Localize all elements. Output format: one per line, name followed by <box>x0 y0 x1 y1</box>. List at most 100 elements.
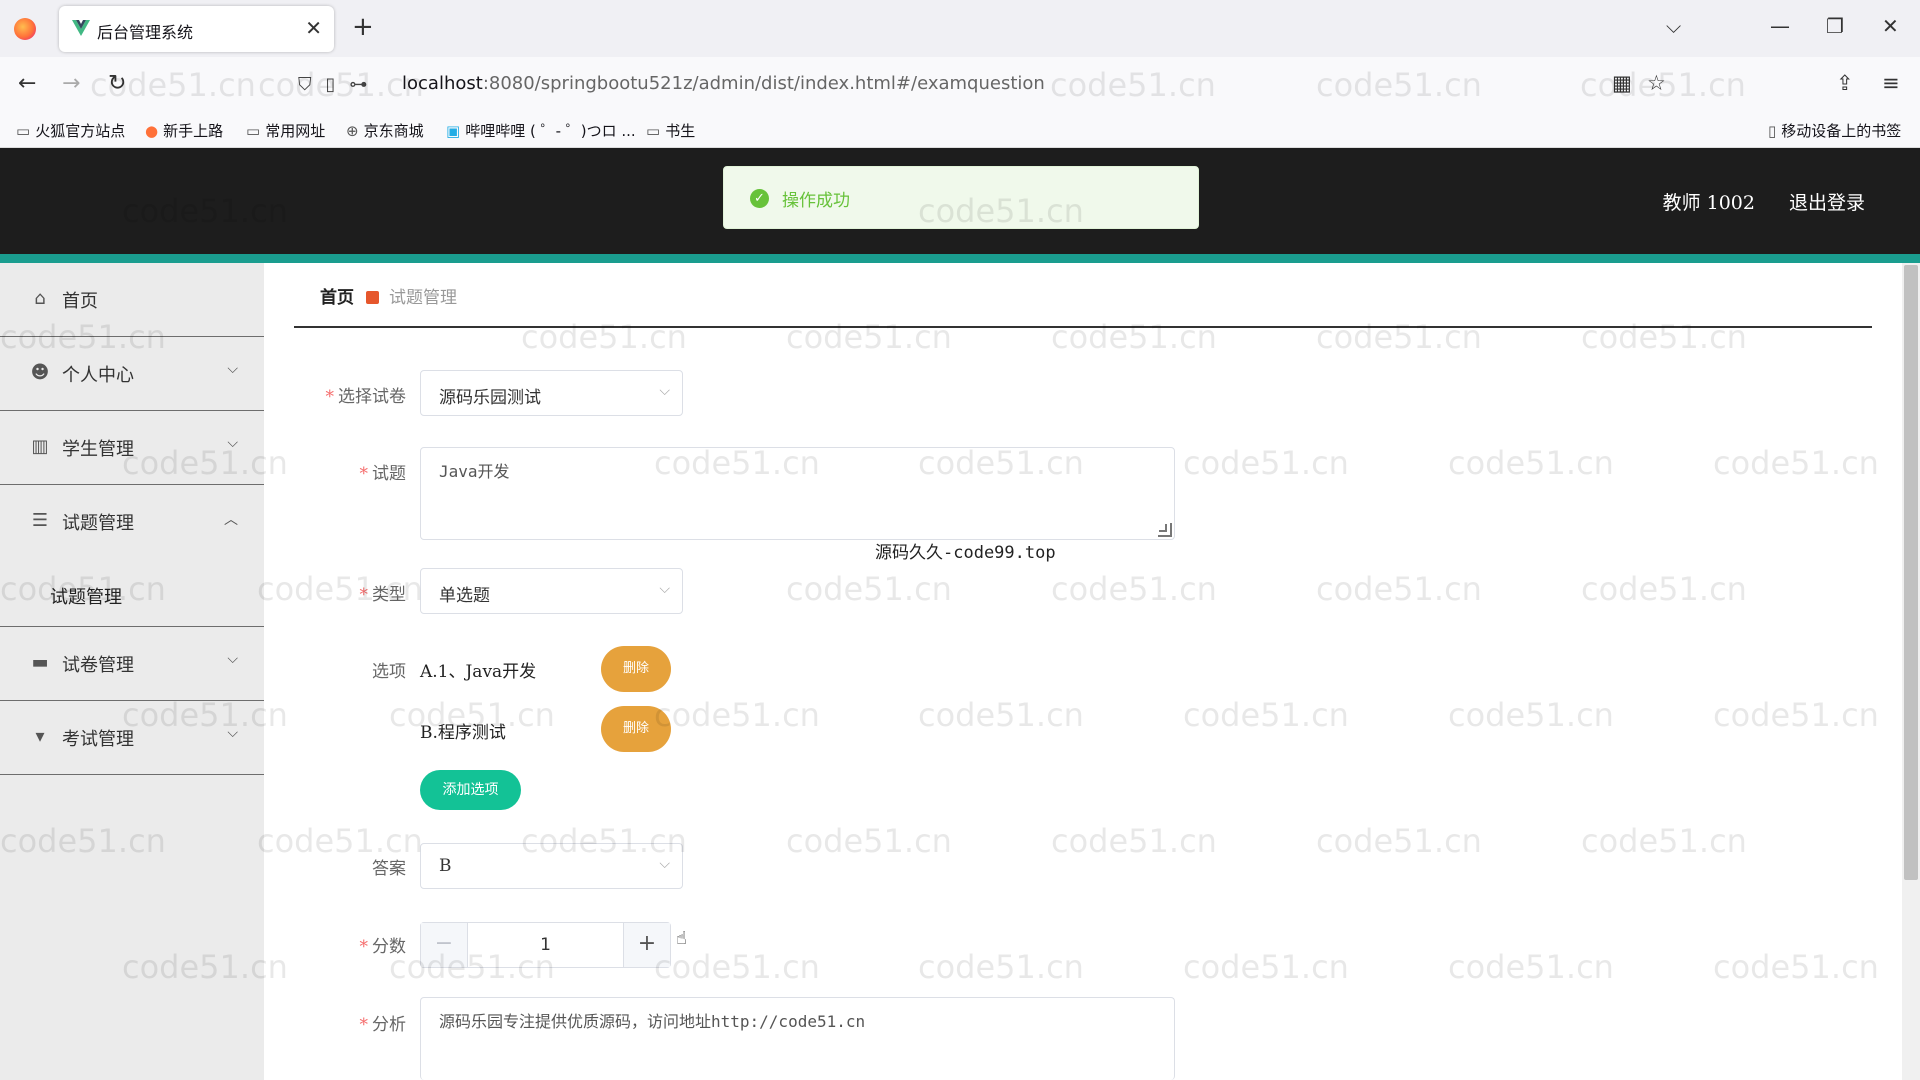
scrollbar[interactable] <box>1902 263 1920 1080</box>
sidebar-item-students[interactable]: ▥ 学生管理 ⌵ <box>0 411 264 485</box>
sidebar-item-label: 考试管理 <box>62 729 134 750</box>
browser-tab-bar: 后台管理系统 ✕ + ⌵ — ❐ ✕ <box>0 0 1920 57</box>
chevron-up-icon: ︿ <box>224 512 238 528</box>
type-select-value: 单选题 <box>439 586 490 606</box>
sidebar-item-questions[interactable]: ☰ 试题管理 ︿ <box>0 485 264 559</box>
qr-code-icon[interactable]: ▦ <box>1612 71 1632 95</box>
new-tab-button[interactable]: + <box>352 12 374 42</box>
sidebar-item-profile[interactable]: ☻ 个人中心 ⌵ <box>0 337 264 411</box>
chevron-down-icon: ⌵ <box>227 435 238 451</box>
bookmark-item[interactable]: ● 新手上路 <box>145 120 223 141</box>
check-circle-icon: ✓ <box>750 189 769 208</box>
sliders-icon: ☰ <box>31 510 49 531</box>
sidebar-subitem-questions[interactable]: 试题管理 <box>0 559 264 627</box>
question-text: Java开发 <box>439 462 510 481</box>
globe-icon: ⊕ <box>346 122 359 140</box>
type-label: * 类型 <box>359 585 407 605</box>
menu-icon[interactable]: ≡ <box>1882 71 1900 95</box>
back-icon[interactable]: ← <box>18 71 36 96</box>
sidebar: ⌂ 首页 ☻ 个人中心 ⌵ ▥ 学生管理 ⌵ ☰ 试题管理 ︿ 试题管理 ▬ 试… <box>0 263 264 1080</box>
score-stepper[interactable]: − 1 + <box>420 922 671 968</box>
sidebar-item-exams[interactable]: ▾ 考试管理 ⌵ <box>0 701 264 775</box>
bookmark-item[interactable]: ⊕ 京东商城 <box>346 120 424 141</box>
logout-button[interactable]: 退出登录 <box>1789 188 1865 215</box>
answer-select[interactable]: B ⌵ <box>420 843 683 889</box>
book-icon: ▥ <box>31 436 49 457</box>
monitor-icon: ▾ <box>35 726 45 747</box>
chevron-down-icon: ⌵ <box>659 581 670 597</box>
user-icon: ☻ <box>30 362 50 383</box>
answer-label: 答案 <box>372 859 406 879</box>
bilibili-icon: ▣ <box>446 122 461 140</box>
sidebar-item-papers[interactable]: ▬ 试卷管理 ⌵ <box>0 627 264 701</box>
question-textarea[interactable]: Java开发 <box>420 447 1175 540</box>
extensions-icon[interactable]: ⇪ <box>1836 71 1854 95</box>
phone-icon: ▯ <box>1768 122 1777 140</box>
sidebar-item-home[interactable]: ⌂ 首页 <box>0 263 264 337</box>
sidebar-subitem-label: 试题管理 <box>50 587 122 608</box>
increment-button[interactable]: + <box>623 923 670 967</box>
window-close-button[interactable]: ✕ <box>1882 14 1899 38</box>
forward-icon[interactable]: → <box>62 71 80 96</box>
chevron-down-icon: ⌵ <box>659 856 670 872</box>
breadcrumb-current: 试题管理 <box>389 288 457 308</box>
score-value[interactable]: 1 <box>469 935 622 955</box>
browser-nav-bar: ← → ↻ ⛉▯⊶ localhost:8080/springbootu521z… <box>0 57 1920 113</box>
score-label: * 分数 <box>359 937 407 957</box>
delete-option-button[interactable]: 删除 <box>601 646 671 692</box>
hand-cursor-icon: ☝ <box>676 928 687 949</box>
divider <box>294 326 1872 328</box>
browser-tab[interactable]: 后台管理系统 ✕ <box>59 6 334 52</box>
minimize-button[interactable]: — <box>1770 14 1790 38</box>
question-label: * 试题 <box>359 464 407 484</box>
decrement-button[interactable]: − <box>421 923 468 967</box>
sidebar-item-label: 学生管理 <box>62 439 134 460</box>
list-tabs-icon[interactable]: ⌵ <box>1666 14 1681 38</box>
bookmark-item[interactable]: ▣ 哔哩哔哩 ( ゜- ゜)つロ ... <box>446 120 636 141</box>
home-icon: ⌂ <box>34 288 46 309</box>
folder-icon: ▭ <box>16 122 31 140</box>
analysis-text: 源码乐园专注提供优质源码，访问地址http://code51.cn <box>439 1012 866 1031</box>
chevron-down-icon: ⌵ <box>227 361 238 377</box>
header-accent-bar <box>0 254 1920 263</box>
scrollbar-thumb[interactable] <box>1904 265 1918 880</box>
add-option-button[interactable]: 添加选项 <box>420 770 521 810</box>
firefox-icon[interactable] <box>14 18 36 40</box>
option-item: A.1、Java开发 <box>420 662 537 682</box>
option-item: B.程序测试 <box>420 723 506 743</box>
breadcrumb-separator-icon <box>366 291 379 304</box>
bookmark-item[interactable]: ▭ 常用网址 <box>246 120 325 141</box>
delete-option-button[interactable]: 删除 <box>601 706 671 752</box>
chevron-down-icon: ⌵ <box>659 383 670 399</box>
options-label: 选项 <box>372 662 406 682</box>
url-bar[interactable]: ⛉▯⊶ localhost:8080/springbootu521z/admin… <box>290 63 1690 107</box>
sidebar-item-label: 首页 <box>62 291 98 312</box>
close-icon[interactable]: ✕ <box>305 16 322 40</box>
paper-select[interactable]: 源码乐园测试 ⌵ <box>420 370 683 416</box>
type-select[interactable]: 单选题 ⌵ <box>420 568 683 614</box>
ticket-icon: ▬ <box>31 652 49 673</box>
star-icon[interactable]: ☆ <box>1647 71 1666 95</box>
folder-icon: ▭ <box>646 122 661 140</box>
user-label: 教师 1002 <box>1662 192 1755 214</box>
success-toast: ✓ 操作成功 <box>723 166 1199 229</box>
vue-icon <box>72 20 90 36</box>
analysis-textarea[interactable]: 源码乐园专注提供优质源码，访问地址http://code51.cn <box>420 997 1175 1080</box>
mobile-bookmarks[interactable]: ▯ 移动设备上的书签 <box>1768 120 1901 141</box>
breadcrumb-home[interactable]: 首页 <box>320 288 354 308</box>
bookmark-item[interactable]: ▭ 书生 <box>646 120 695 141</box>
shield-icon[interactable]: ⛉▯⊶ <box>298 74 381 95</box>
reload-icon[interactable]: ↻ <box>108 71 126 96</box>
tab-title: 后台管理系统 <box>97 23 194 42</box>
bookmarks-bar: ▭ 火狐官方站点 ● 新手上路 ▭ 常用网址 ⊕ 京东商城 ▣ 哔哩哔哩 ( ゜- ゜)つ… <box>0 113 1920 148</box>
chevron-down-icon: ⌵ <box>227 651 238 667</box>
url-text[interactable]: localhost:8080/springbootu521z/admin/dis… <box>402 73 1045 94</box>
paper-label: * 选择试卷 <box>325 387 407 407</box>
toast-message: 操作成功 <box>782 191 850 211</box>
bookmark-item[interactable]: ▭ 火狐官方站点 <box>16 120 125 141</box>
chevron-down-icon: ⌵ <box>227 725 238 741</box>
resize-handle-icon[interactable] <box>1158 523 1172 537</box>
sidebar-item-label: 个人中心 <box>62 365 134 386</box>
firefox-icon: ● <box>145 122 159 140</box>
restore-button[interactable]: ❐ <box>1826 14 1844 38</box>
